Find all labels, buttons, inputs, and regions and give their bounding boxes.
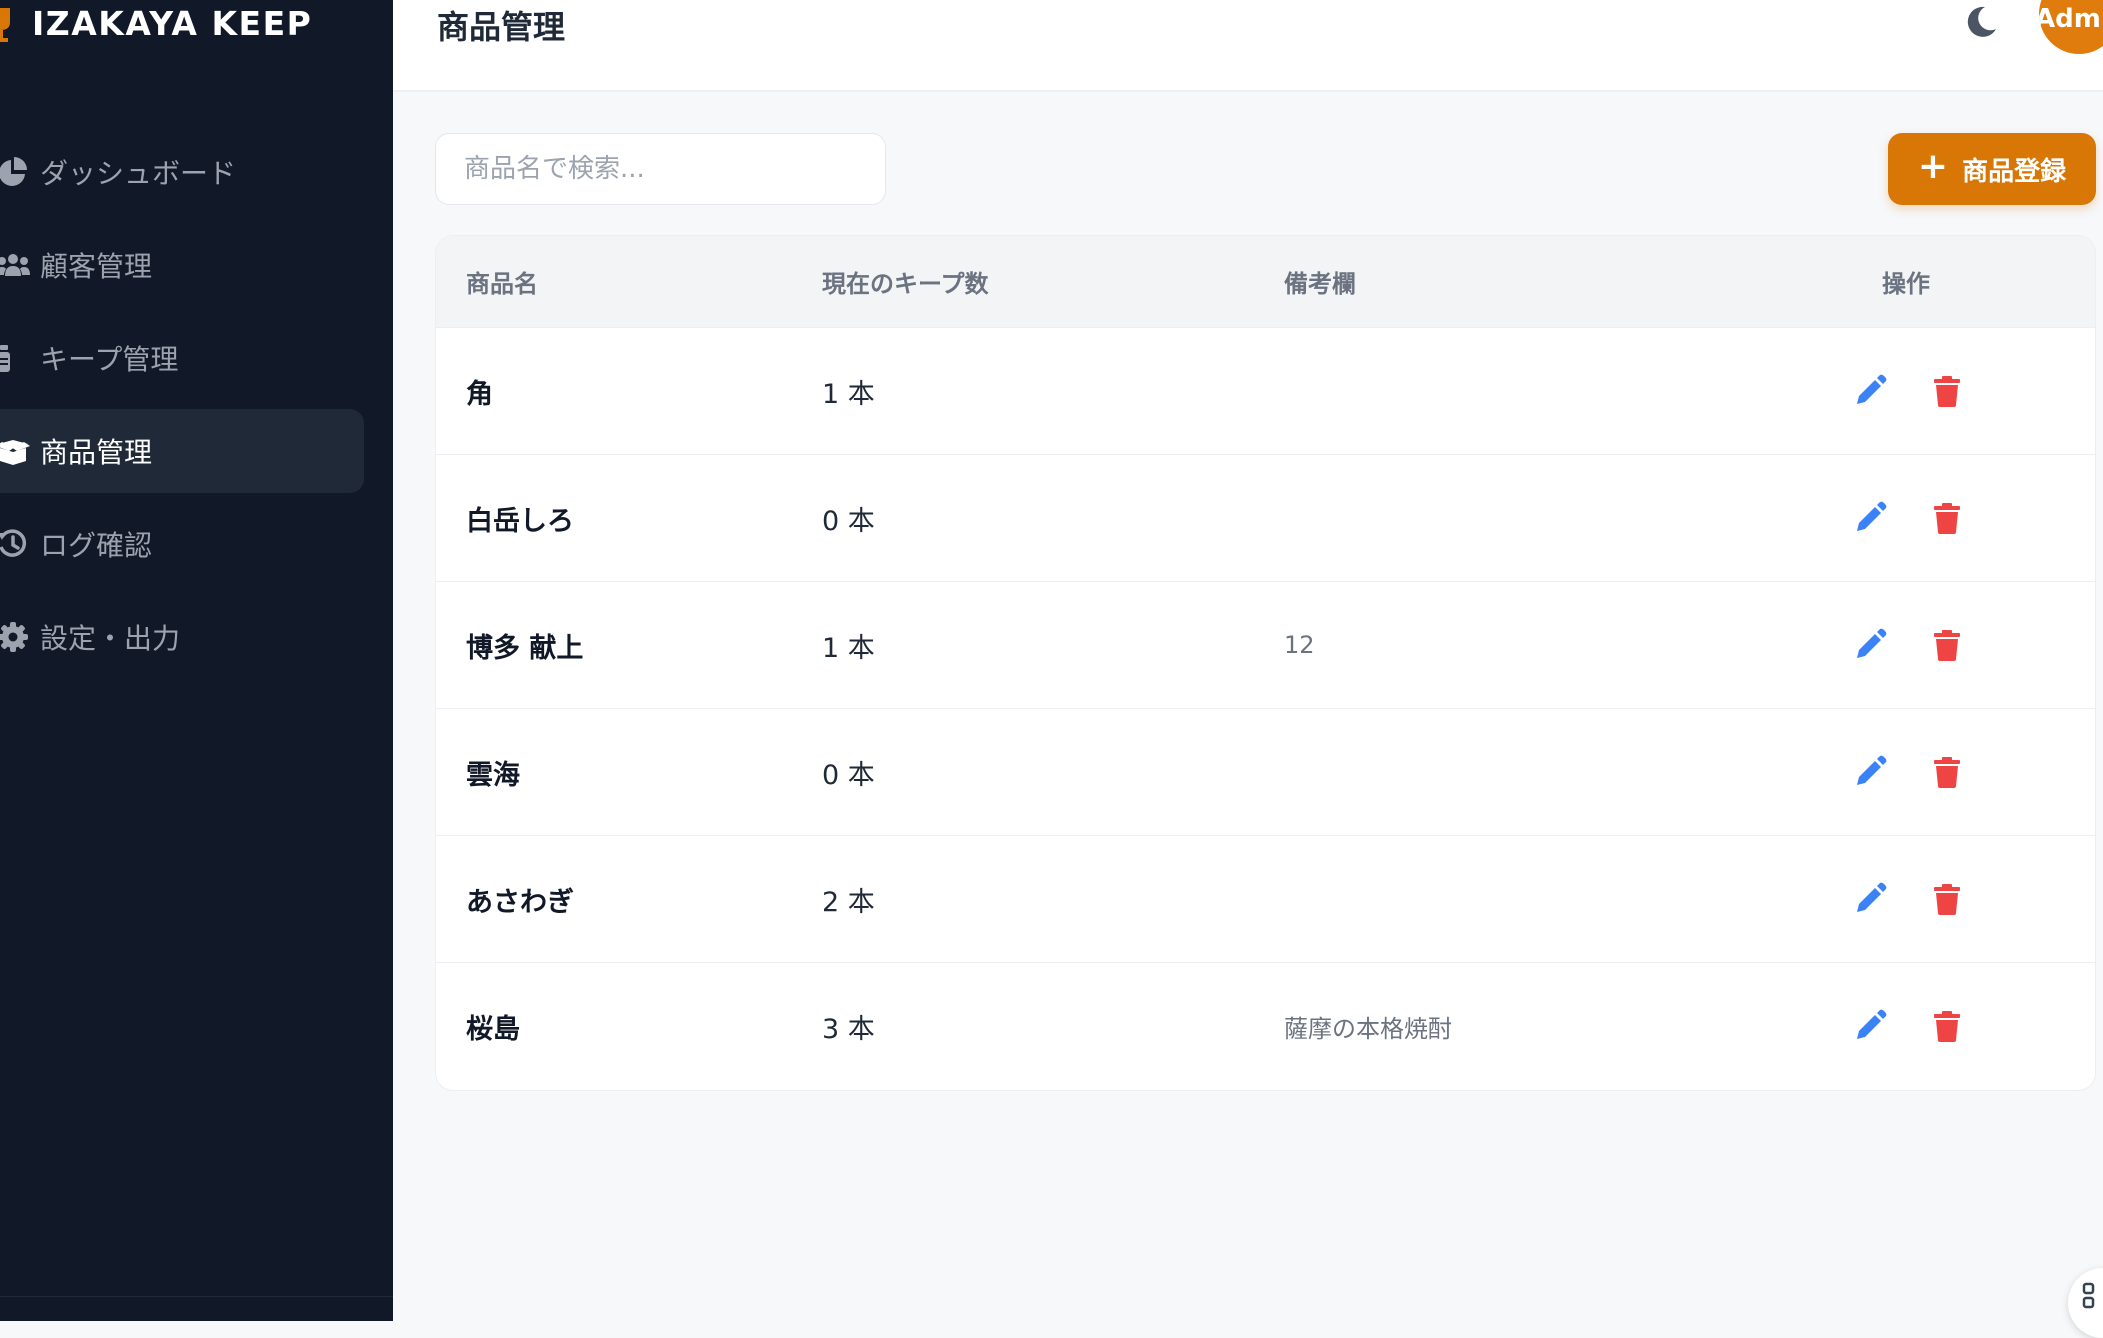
table-row: 白岳しろ 0 本 — [436, 454, 2095, 581]
sidebar: IZAKAYA KEEP ダッシュボード 顧客管理 キープ管理 商品管理 ログ確… — [0, 0, 393, 1321]
product-table: 商品名 現在のキープ数 備考欄 操作 角 1 本 白岳しろ 0 本 博多 献上 … — [435, 235, 2096, 1091]
col-header-name: 商品名 — [466, 270, 538, 298]
keep-count: 3 本 — [822, 1013, 875, 1045]
user-avatar-label: Admin — [2039, 4, 2103, 34]
page-title: 商品管理 — [437, 8, 566, 46]
add-product-label: 商品登録 — [1962, 156, 2067, 187]
keep-count: 0 本 — [822, 505, 875, 537]
pencil-icon[interactable] — [1853, 1009, 1887, 1043]
pencil-icon[interactable] — [1853, 501, 1887, 535]
sidebar-item-label: ダッシュボード — [40, 157, 237, 190]
product-name: 白岳しろ — [466, 505, 574, 537]
table-row: 博多 献上 1 本 12 — [436, 581, 2095, 708]
sidebar-item-products[interactable]: 商品管理 — [0, 409, 364, 493]
sidebar-divider — [0, 1296, 393, 1297]
history-icon — [0, 529, 27, 557]
glass-icon — [0, 8, 10, 42]
dark-mode-toggle-icon[interactable] — [1963, 4, 1999, 40]
pencil-icon[interactable] — [1853, 628, 1887, 662]
sidebar-item-customers[interactable]: 顧客管理 — [0, 223, 364, 307]
floating-widget-button[interactable] — [2068, 1268, 2103, 1338]
product-name: あさわぎ — [466, 886, 574, 918]
gear-icon — [0, 622, 28, 652]
sidebar-item-logs[interactable]: ログ確認 — [0, 502, 364, 586]
sidebar-item-label: 商品管理 — [40, 436, 153, 469]
pencil-icon[interactable] — [1853, 882, 1887, 916]
product-note: 12 — [1284, 631, 1315, 659]
sidebar-item-label: ログ確認 — [40, 529, 153, 562]
brand-name: IZAKAYA KEEP — [32, 4, 313, 43]
keep-count: 1 本 — [822, 632, 875, 664]
top-header: 商品管理 Admin — [393, 0, 2103, 92]
pie-chart-icon — [0, 157, 27, 186]
product-search-input[interactable] — [435, 133, 886, 205]
sidebar-item-keep[interactable]: キープ管理 — [0, 316, 364, 400]
col-header-note: 備考欄 — [1284, 270, 1356, 298]
table-header: 商品名 現在のキープ数 備考欄 操作 — [436, 236, 2095, 327]
users-icon — [0, 254, 30, 276]
product-name: 桜島 — [466, 1013, 520, 1045]
keep-count: 0 本 — [822, 759, 875, 791]
trash-icon[interactable] — [1930, 755, 1964, 789]
keep-count: 2 本 — [822, 886, 875, 918]
trash-icon[interactable] — [1930, 628, 1964, 662]
product-name: 雲海 — [466, 759, 520, 791]
table-row: 雲海 0 本 — [436, 708, 2095, 835]
sidebar-item-label: キープ管理 — [40, 343, 179, 376]
grid-icon — [2082, 1282, 2095, 1309]
trash-icon[interactable] — [1930, 1009, 1964, 1043]
sidebar-item-settings[interactable]: 設定・出力 — [0, 595, 364, 679]
sidebar-item-dashboard[interactable]: ダッシュボード — [0, 130, 364, 214]
pencil-icon[interactable] — [1853, 374, 1887, 408]
table-row: 桜島 3 本 薩摩の本格焼酎 — [436, 962, 2095, 1089]
col-header-count: 現在のキープ数 — [822, 270, 989, 298]
sidebar-item-label: 設定・出力 — [40, 622, 181, 655]
add-product-button[interactable]: + 商品登録 — [1888, 133, 2096, 205]
table-row: あさわぎ 2 本 — [436, 835, 2095, 962]
bottle-icon — [0, 345, 10, 372]
sidebar-item-label: 顧客管理 — [40, 250, 153, 283]
table-row: 角 1 本 — [436, 327, 2095, 454]
col-header-actions: 操作 — [1882, 270, 1930, 298]
keep-count: 1 本 — [822, 378, 875, 410]
pencil-icon[interactable] — [1853, 755, 1887, 789]
product-note: 薩摩の本格焼酎 — [1284, 1014, 1452, 1043]
trash-icon[interactable] — [1930, 374, 1964, 408]
plus-icon: + — [1917, 146, 1949, 187]
trash-icon[interactable] — [1930, 882, 1964, 916]
user-avatar[interactable]: Admin — [2039, 0, 2103, 54]
trash-icon[interactable] — [1930, 501, 1964, 535]
box-open-icon — [0, 440, 30, 465]
product-name: 角 — [466, 378, 493, 410]
product-name: 博多 献上 — [466, 632, 584, 664]
